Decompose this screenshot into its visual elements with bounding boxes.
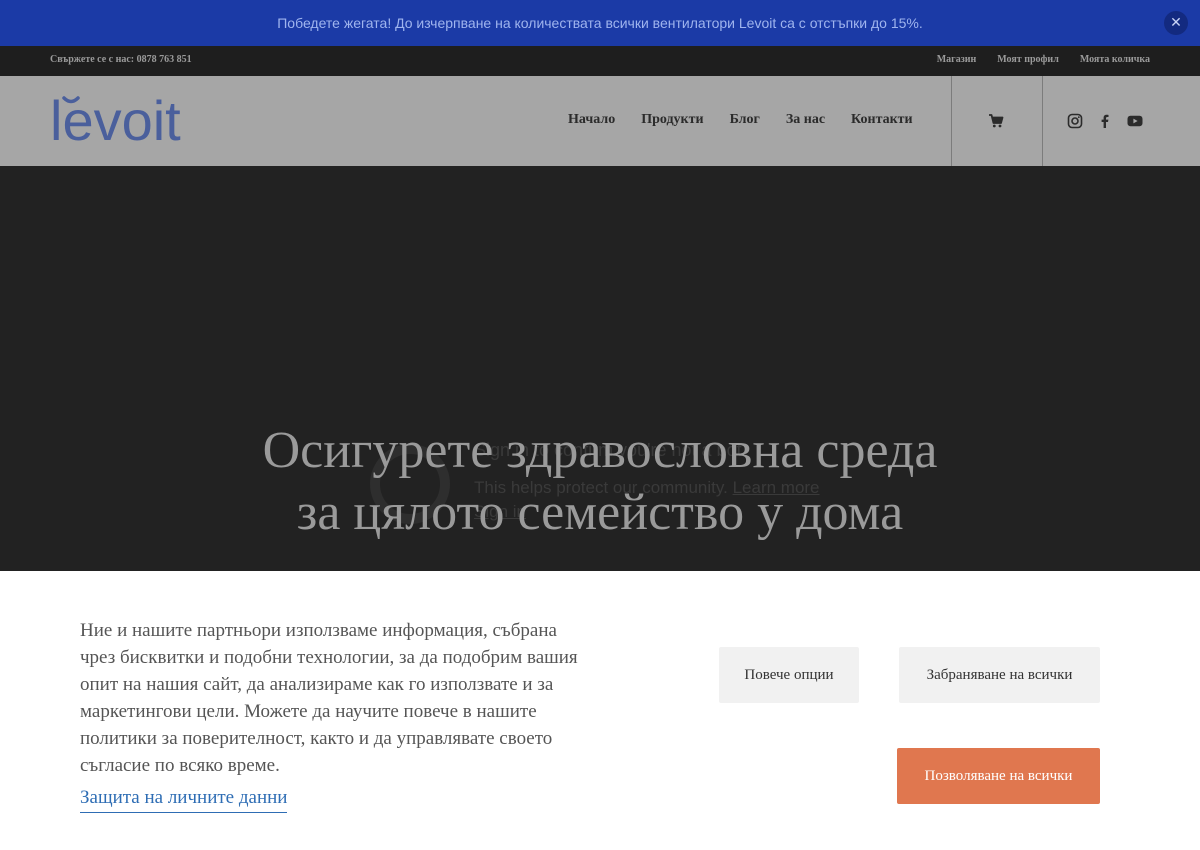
facebook-icon[interactable]	[1097, 113, 1113, 129]
promo-banner: Победете жегата! До изчерпване на количе…	[0, 0, 1200, 46]
cookie-consent-text: Ние и нашите партньори използваме информ…	[80, 620, 578, 776]
allow-all-button[interactable]: Позволяване на всички	[897, 748, 1100, 804]
topbar-link-cart[interactable]: Моята количка	[1080, 54, 1150, 65]
hero-title: Осигурете здравословна среда за цялото с…	[0, 420, 1200, 544]
more-options-button[interactable]: Повече опции	[719, 647, 859, 703]
privacy-policy-link[interactable]: Защита на личните данни	[80, 787, 288, 813]
header-divider	[951, 76, 952, 166]
topbar-link-profile[interactable]: Моят профил	[997, 54, 1059, 65]
nav-contacts[interactable]: Контакти	[851, 112, 913, 128]
top-utility-bar: Свържете се с нас: 0878 763 851 Магазин …	[0, 46, 1200, 76]
nav-home[interactable]: Начало	[568, 112, 615, 128]
levoit-logo[interactable]: levoit	[50, 90, 215, 148]
close-icon[interactable]: ✕	[1164, 11, 1188, 35]
cart-icon[interactable]	[988, 113, 1004, 129]
hero-section: Sign in to confirm you're not a bot This…	[0, 166, 1200, 571]
instagram-icon[interactable]	[1067, 113, 1083, 129]
promo-text: Победете жегата! До изчерпване на количе…	[277, 15, 923, 31]
nav-blog[interactable]: Блог	[730, 112, 760, 128]
logo-wordmark: levoit	[50, 90, 181, 148]
topbar-links: Магазин Моят профил Моята количка	[937, 54, 1150, 65]
nav-about[interactable]: За нас	[786, 112, 825, 128]
main-nav: Начало Продукти Блог За нас Контакти	[568, 112, 913, 128]
nav-products[interactable]: Продукти	[641, 112, 703, 128]
hero-title-line-1: Осигурете здравословна среда	[262, 422, 938, 479]
deny-all-button[interactable]: Забраняване на всички	[899, 647, 1100, 703]
header-divider	[1042, 76, 1043, 166]
hero-title-line-2: за цялото семейство у дома	[296, 484, 904, 541]
site-header: levoit Начало Продукти Блог За нас Конта…	[0, 76, 1200, 166]
topbar-link-shop[interactable]: Магазин	[937, 54, 977, 65]
cookie-consent-panel: Ние и нашите партньори използваме информ…	[0, 571, 1200, 850]
contact-phone: Свържете се с нас: 0878 763 851	[50, 54, 192, 65]
youtube-icon[interactable]	[1127, 113, 1143, 129]
